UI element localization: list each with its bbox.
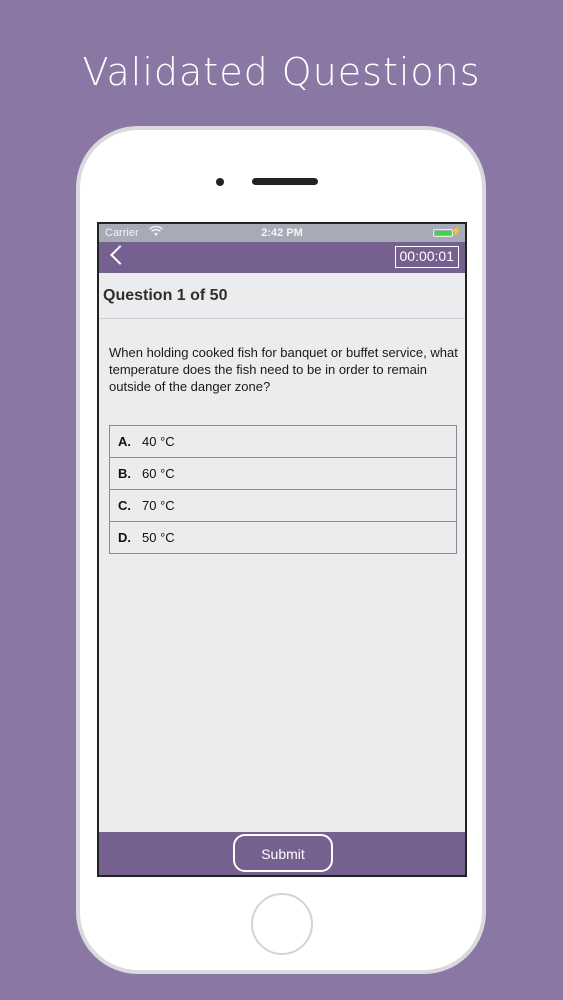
answer-option-d[interactable]: D. 50 °C — [110, 522, 456, 553]
question-text: When holding cooked fish for banquet or … — [109, 345, 458, 394]
answer-options: A. 40 °C B. 60 °C C. 70 °C D. 50 °C — [109, 425, 457, 554]
option-text: 40 °C — [142, 434, 175, 449]
answer-option-a[interactable]: A. 40 °C — [110, 426, 456, 458]
app-screen: Carrier 2:42 PM ⚡ 00:00:01 Question 1 of… — [97, 222, 467, 877]
option-letter: B. — [118, 466, 131, 481]
question-header: Question 1 of 50 — [99, 273, 465, 319]
bottom-toolbar: Submit — [99, 832, 465, 875]
home-button[interactable] — [251, 893, 313, 955]
option-letter: C. — [118, 498, 131, 513]
nav-bar: 00:00:01 — [99, 242, 465, 273]
speaker-grille — [252, 178, 318, 185]
page-headline: Validated Questions — [82, 50, 481, 94]
option-letter: A. — [118, 434, 131, 449]
option-text: 50 °C — [142, 530, 175, 545]
charging-bolt-icon: ⚡ — [450, 226, 462, 236]
option-letter: D. — [118, 530, 131, 545]
back-chevron-icon[interactable] — [110, 245, 130, 265]
answer-option-b[interactable]: B. 60 °C — [110, 458, 456, 490]
status-bar: Carrier 2:42 PM ⚡ — [99, 224, 465, 242]
camera-icon — [216, 178, 224, 186]
submit-button[interactable]: Submit — [233, 834, 333, 872]
answer-option-c[interactable]: C. 70 °C — [110, 490, 456, 522]
battery-level — [435, 231, 451, 235]
status-time: 2:42 PM — [261, 227, 303, 239]
option-text: 70 °C — [142, 498, 175, 513]
option-text: 60 °C — [142, 466, 175, 481]
elapsed-timer: 00:00:01 — [394, 246, 459, 268]
question-counter: Question 1 of 50 — [103, 287, 228, 304]
